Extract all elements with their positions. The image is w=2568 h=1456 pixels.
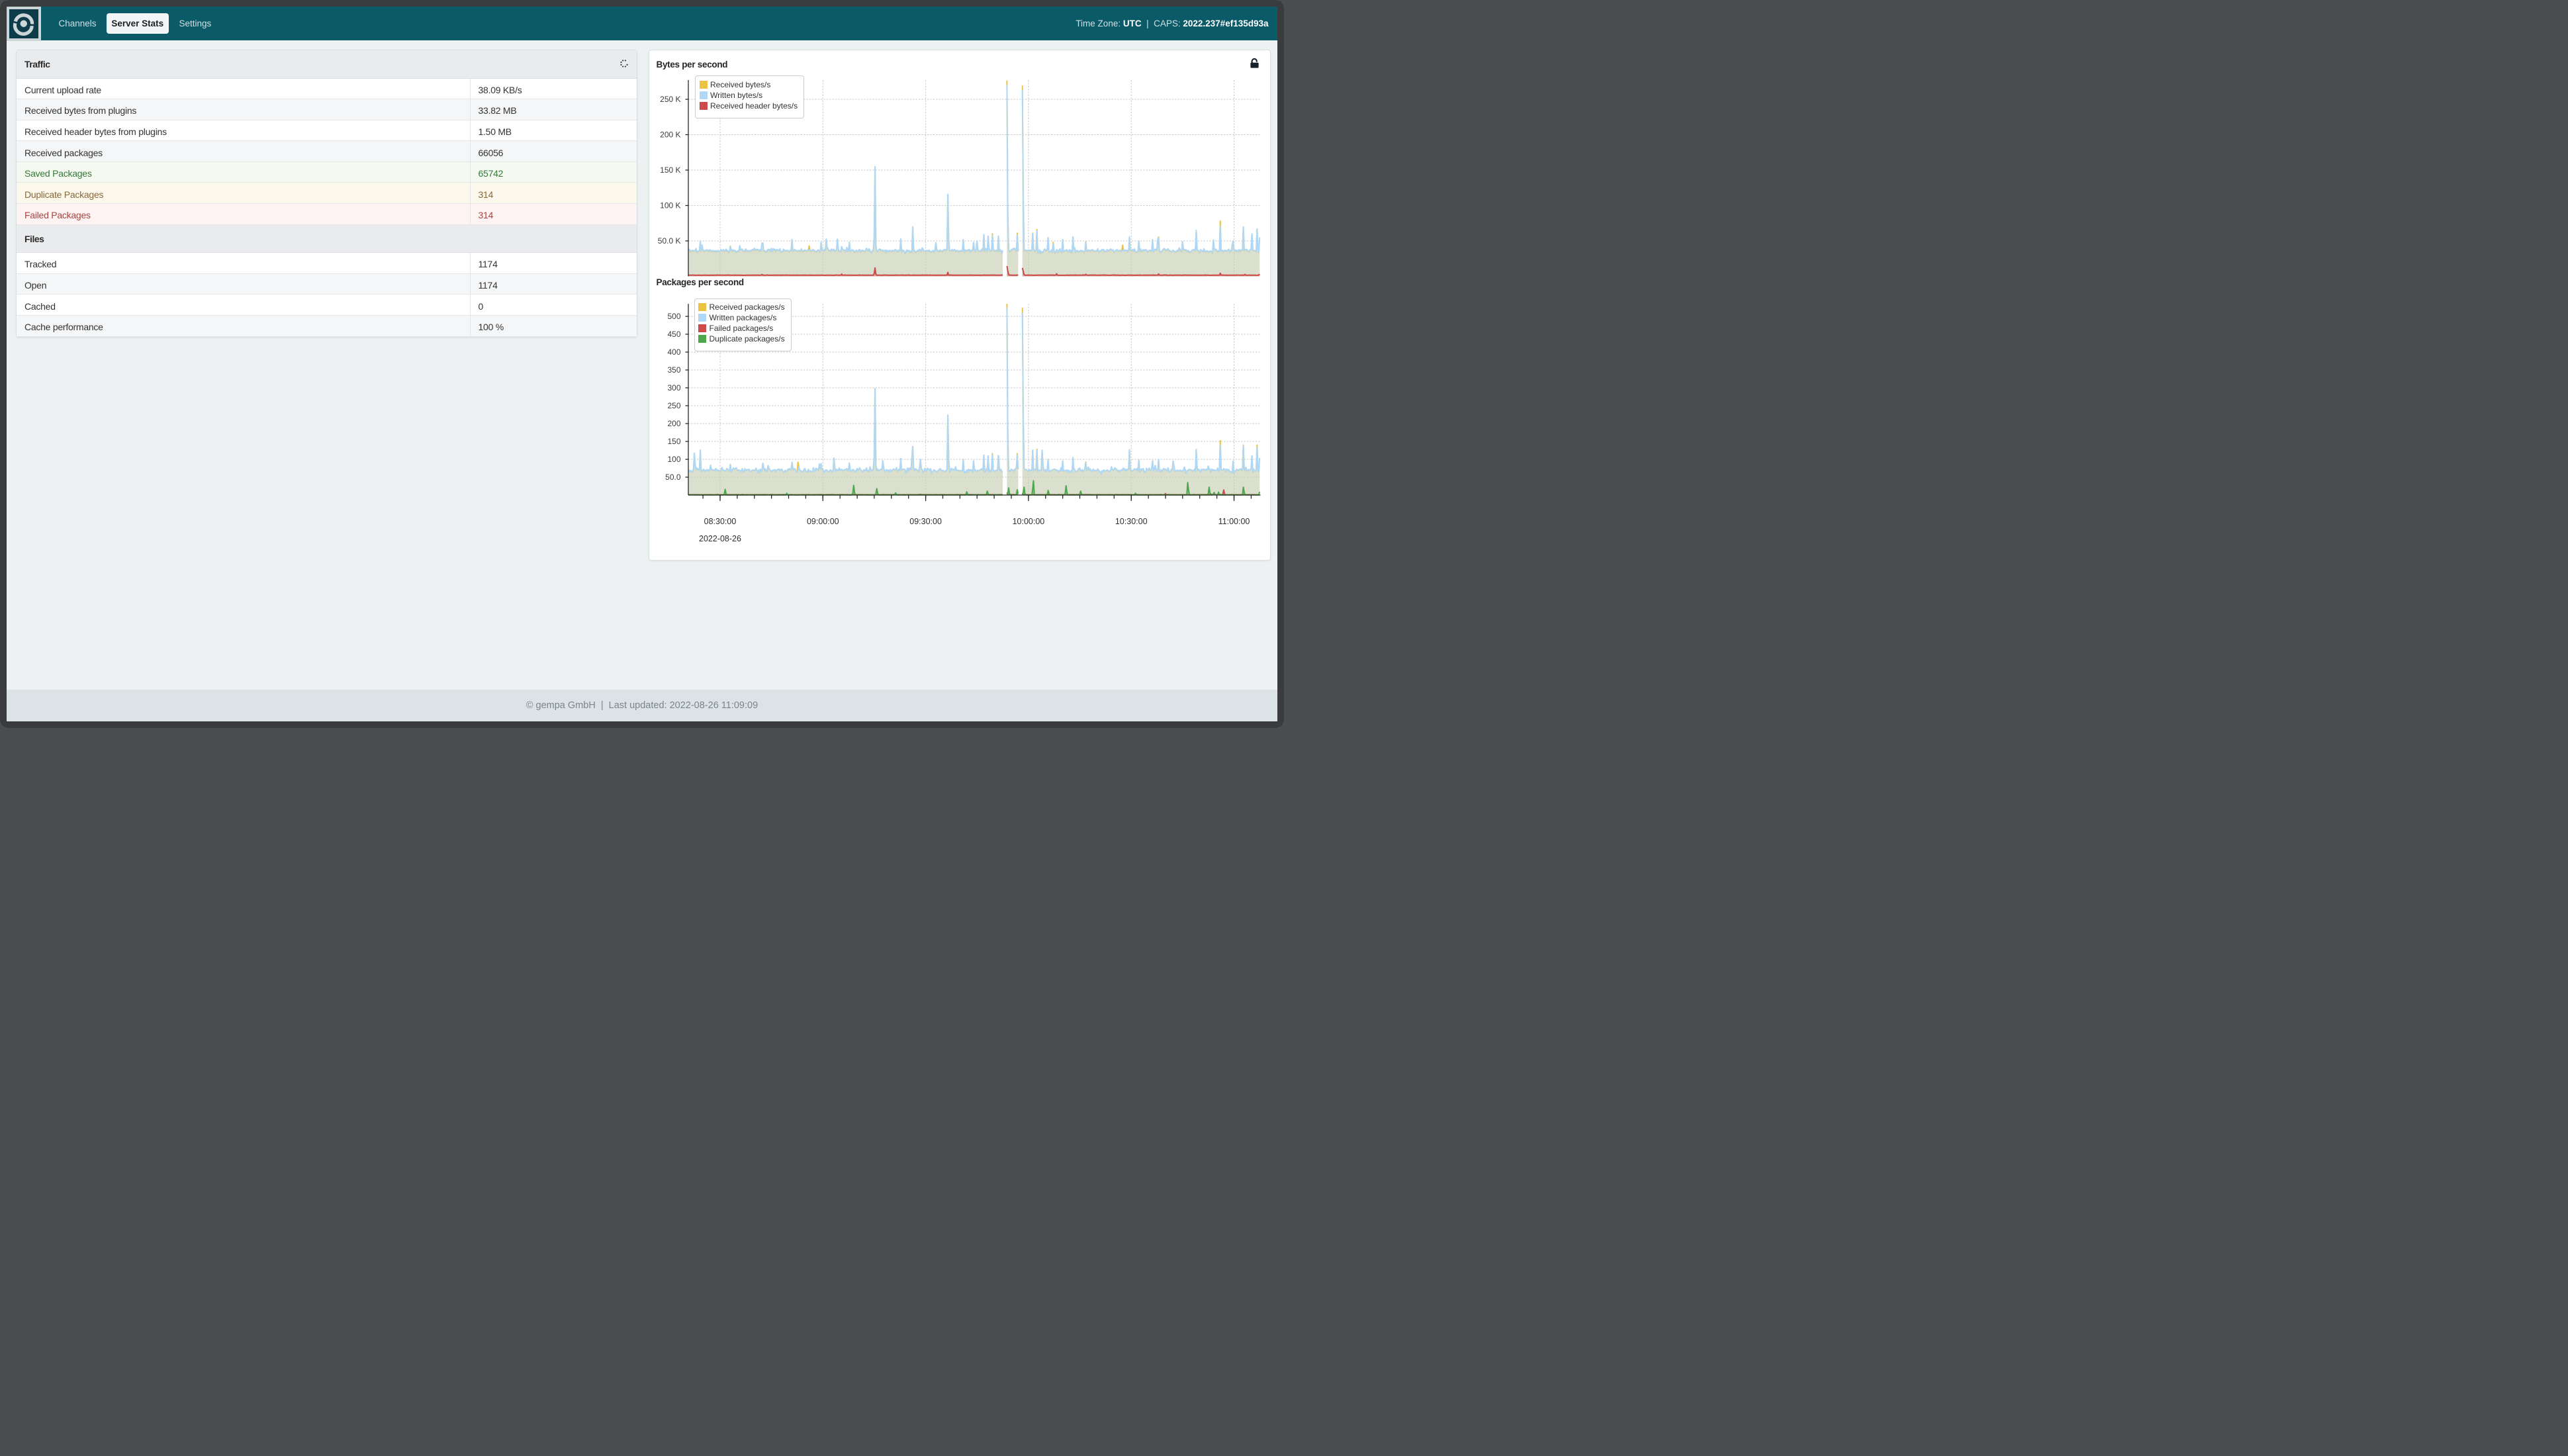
svg-text:450: 450 xyxy=(667,330,680,339)
svg-text:150: 150 xyxy=(667,437,680,446)
svg-text:150 K: 150 K xyxy=(660,165,680,175)
svg-text:100 K: 100 K xyxy=(660,201,680,210)
svg-text:200 K: 200 K xyxy=(660,130,680,140)
svg-text:400: 400 xyxy=(667,347,680,357)
svg-text:250 K: 250 K xyxy=(660,95,680,104)
svg-text:10:30:00: 10:30:00 xyxy=(1115,517,1148,526)
svg-text:50.0 K: 50.0 K xyxy=(658,236,681,246)
svg-text:10:00:00: 10:00:00 xyxy=(1013,517,1045,526)
svg-text:09:30:00: 09:30:00 xyxy=(909,517,942,526)
svg-text:350: 350 xyxy=(667,365,680,375)
svg-text:500: 500 xyxy=(667,312,680,321)
svg-text:100: 100 xyxy=(667,455,680,464)
svg-text:08:30:00: 08:30:00 xyxy=(704,517,737,526)
svg-text:50.0: 50.0 xyxy=(665,473,681,482)
svg-text:11:00:00: 11:00:00 xyxy=(1218,517,1250,526)
svg-text:300: 300 xyxy=(667,383,680,392)
svg-text:09:00:00: 09:00:00 xyxy=(807,517,839,526)
svg-text:200: 200 xyxy=(667,419,680,428)
svg-text:250: 250 xyxy=(667,401,680,410)
svg-text:2022-08-26: 2022-08-26 xyxy=(699,534,741,543)
